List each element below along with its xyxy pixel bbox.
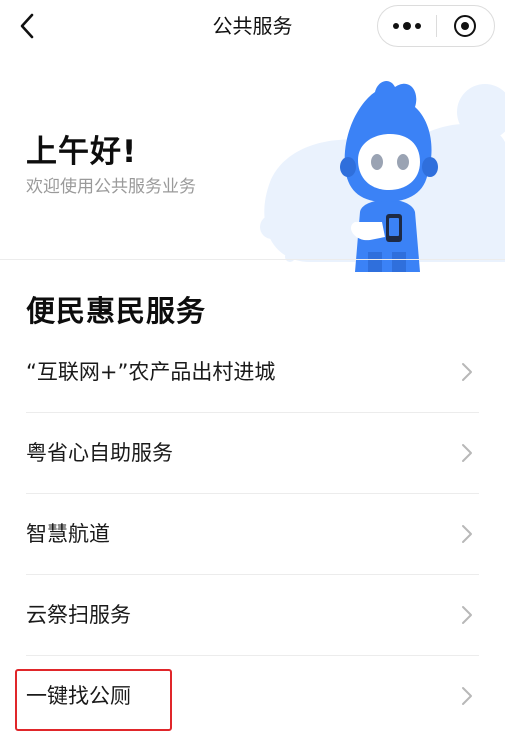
chevron-right-icon xyxy=(462,525,472,543)
list-item-label: 粤省心自助服务 xyxy=(26,441,173,465)
chevron-right-icon xyxy=(462,444,472,462)
section-divider xyxy=(0,259,505,260)
back-arrow-icon xyxy=(20,13,34,39)
page: 公共服务 上午好! 欢迎使用公共服务业务 便民惠民服务 “互联网+”农产品出村进… xyxy=(0,0,505,740)
list-item-find-restroom[interactable]: 一键找公厕 xyxy=(26,656,479,737)
more-dots-icon xyxy=(392,22,421,30)
chevron-right-icon xyxy=(462,363,472,381)
chevron-right-icon xyxy=(462,606,472,624)
welcome-subtitle: 欢迎使用公共服务业务 xyxy=(26,177,196,197)
mascot-robot-illustration xyxy=(260,80,505,272)
list-item-label: 云祭扫服务 xyxy=(26,603,131,627)
more-button[interactable] xyxy=(378,6,436,46)
list-item-self-service[interactable]: 粤省心自助服务 xyxy=(26,413,479,494)
greeting-banner: 上午好! 欢迎使用公共服务业务 xyxy=(0,52,505,272)
target-circle-icon xyxy=(454,15,477,37)
top-navbar: 公共服务 xyxy=(0,0,505,52)
list-item-farm-products[interactable]: “互联网+”农产品出村进城 xyxy=(26,332,479,413)
list-item-label: 智慧航道 xyxy=(26,522,110,546)
back-button[interactable] xyxy=(10,8,46,44)
section-title: 便民惠民服务 xyxy=(26,294,207,328)
list-item-cloud-memorial[interactable]: 云祭扫服务 xyxy=(26,575,479,656)
close-button[interactable] xyxy=(437,6,495,46)
list-item-label: “互联网+”农产品出村进城 xyxy=(26,360,276,384)
list-item-label: 一键找公厕 xyxy=(26,684,131,708)
service-list: “互联网+”农产品出村进城 粤省心自助服务 智慧航道 云祭扫服务 一键找公厕 xyxy=(26,332,479,737)
chevron-right-icon xyxy=(462,687,472,705)
list-item-smart-waterway[interactable]: 智慧航道 xyxy=(26,494,479,575)
mini-program-capsule xyxy=(377,5,495,47)
greeting-text: 上午好! xyxy=(26,134,138,170)
